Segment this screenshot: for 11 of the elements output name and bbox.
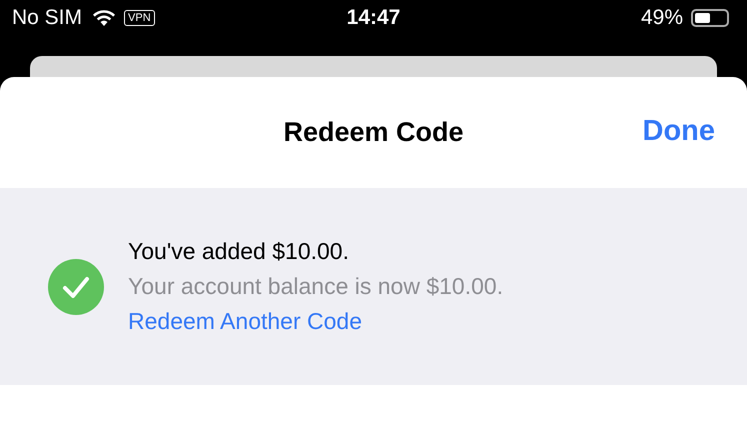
clock-time: 14:47 <box>346 6 402 30</box>
battery-icon <box>691 9 729 27</box>
done-button[interactable]: Done <box>642 115 715 148</box>
redeem-another-link[interactable]: Redeem Another Code <box>128 308 504 335</box>
result-headline: You've added $10.00. <box>128 238 350 265</box>
battery-percentage: 49% <box>640 6 683 30</box>
wifi-icon <box>92 9 116 27</box>
balance-text: Your account balance is now $10.00. <box>128 273 504 300</box>
vpn-badge: VPN <box>124 10 155 26</box>
sheet-title: Redeem Code <box>283 117 464 148</box>
carrier-label: No SIM <box>12 6 82 30</box>
